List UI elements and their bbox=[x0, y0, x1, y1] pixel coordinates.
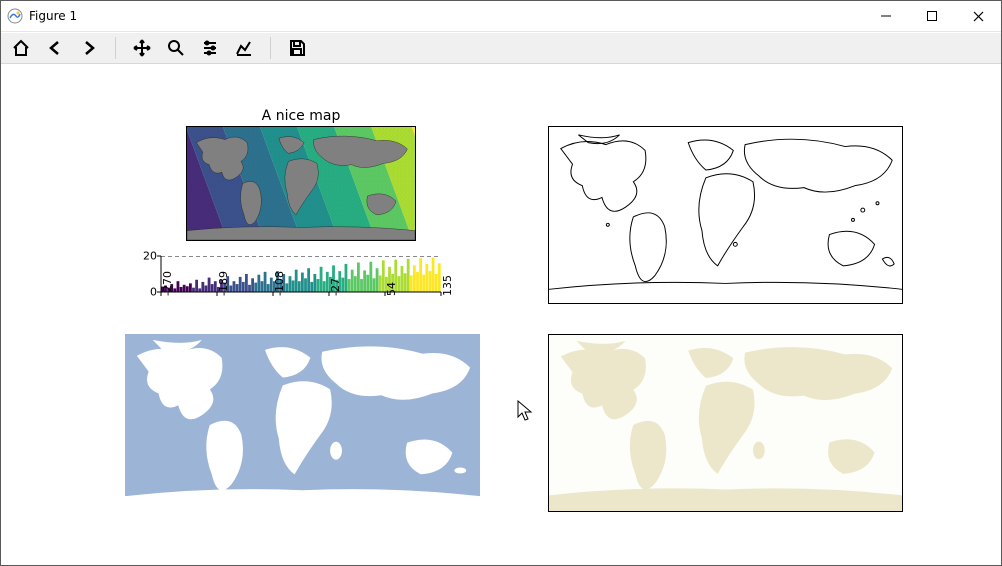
toolbar-separator bbox=[115, 37, 116, 59]
mpl-toolbar bbox=[1, 32, 1001, 64]
subplot-map-coastlines[interactable] bbox=[548, 126, 903, 304]
toolbar-separator bbox=[270, 37, 271, 59]
home-icon[interactable] bbox=[9, 36, 33, 60]
back-icon[interactable] bbox=[43, 36, 67, 60]
histogram-xtick: 135 bbox=[441, 275, 454, 296]
subplot1-title: A nice map bbox=[186, 108, 416, 124]
pan-icon[interactable] bbox=[130, 36, 154, 60]
window-title: Figure 1 bbox=[29, 9, 77, 23]
configure-subplots-icon[interactable] bbox=[198, 36, 222, 60]
histogram-xtick: -27 bbox=[329, 278, 342, 296]
histogram-xtick: -270 bbox=[161, 271, 174, 296]
zoom-icon[interactable] bbox=[164, 36, 188, 60]
figure-canvas[interactable]: A nice map bbox=[1, 64, 1001, 565]
histogram-xtick: 54 bbox=[385, 282, 398, 296]
app-icon bbox=[7, 8, 23, 24]
forward-icon[interactable] bbox=[77, 36, 101, 60]
subplot-map-stock-blue[interactable] bbox=[125, 334, 480, 512]
histogram-ytick: 0 bbox=[127, 286, 157, 299]
histogram-xtick: -108 bbox=[273, 271, 286, 296]
subplot1-colorbar-histogram[interactable]: 20 0 -270 -189 -108 -27 54 135 bbox=[161, 256, 441, 292]
figure-window: Figure 1 bbox=[0, 0, 1002, 566]
histogram-ytick: 20 bbox=[127, 250, 157, 263]
window-controls bbox=[863, 1, 1001, 31]
subplot-map-stock-beige[interactable] bbox=[548, 334, 903, 512]
subplot-map-colored[interactable] bbox=[186, 126, 416, 241]
minimize-button[interactable] bbox=[863, 1, 909, 31]
edit-axes-icon[interactable] bbox=[232, 36, 256, 60]
maximize-button[interactable] bbox=[909, 1, 955, 31]
titlebar: Figure 1 bbox=[1, 1, 1001, 32]
save-icon[interactable] bbox=[285, 36, 309, 60]
histogram-xtick: -189 bbox=[217, 271, 230, 296]
cursor-icon bbox=[517, 400, 535, 424]
close-button[interactable] bbox=[955, 1, 1001, 31]
